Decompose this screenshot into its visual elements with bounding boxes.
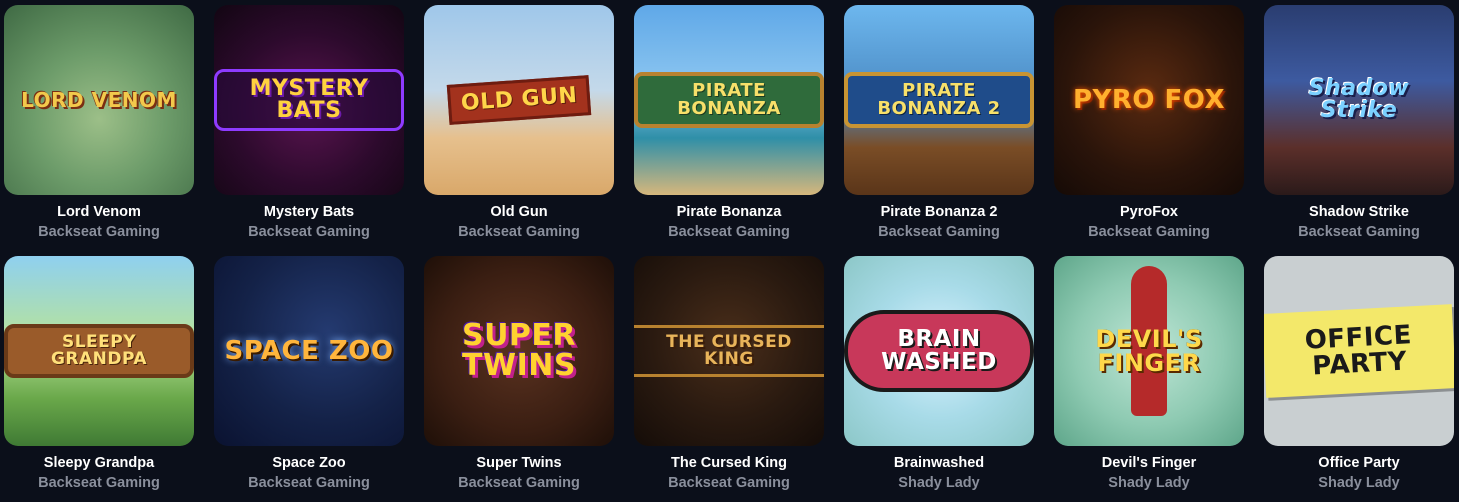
game-thumbnail[interactable]: PIRATE BONANZA xyxy=(634,5,824,195)
game-logo: LORD VENOM xyxy=(21,88,177,112)
game-thumbnail[interactable]: PYRO FOX xyxy=(1054,5,1244,195)
game-thumbnail[interactable]: SLEEPY GRANDPA xyxy=(4,256,194,446)
game-thumbnail[interactable]: DEVIL'S FINGER xyxy=(1054,256,1244,446)
game-title[interactable]: Mystery Bats xyxy=(214,204,404,221)
game-provider: Shady Lady xyxy=(1108,475,1190,491)
game-thumbnail[interactable]: MYSTERY BATS xyxy=(214,5,404,195)
game-thumbnail[interactable]: SUPER TWINS xyxy=(424,256,614,446)
game-logo: OLD GUN xyxy=(446,75,592,125)
game-provider: Backseat Gaming xyxy=(458,224,580,240)
game-title[interactable]: Space Zoo xyxy=(214,455,404,472)
game-provider: Backseat Gaming xyxy=(458,475,580,491)
game-logo: PYRO FOX xyxy=(1072,85,1226,115)
game-thumbnail[interactable]: PIRATE BONANZA 2 xyxy=(844,5,1034,195)
game-title[interactable]: Office Party xyxy=(1264,455,1454,472)
game-title[interactable]: Shadow Strike xyxy=(1264,204,1454,221)
game-card-the-cursed-king[interactable]: THE CURSED KING The Cursed King Backseat… xyxy=(634,256,824,492)
game-title[interactable]: Devil's Finger xyxy=(1054,455,1244,472)
game-card-space-zoo[interactable]: SPACE ZOO Space Zoo Backseat Gaming xyxy=(214,256,404,492)
game-grid: LORD VENOM Lord Venom Backseat Gaming MY… xyxy=(4,5,1454,492)
game-title[interactable]: Lord Venom xyxy=(4,204,194,221)
game-provider: Backseat Gaming xyxy=(668,224,790,240)
game-title[interactable]: Pirate Bonanza xyxy=(634,204,824,221)
game-card-sleepy-grandpa[interactable]: SLEEPY GRANDPA Sleepy Grandpa Backseat G… xyxy=(4,256,194,492)
game-logo: PIRATE BONANZA xyxy=(634,72,824,128)
game-provider: Backseat Gaming xyxy=(1088,224,1210,240)
game-thumbnail[interactable]: LORD VENOM xyxy=(4,5,194,195)
game-provider: Backseat Gaming xyxy=(38,475,160,491)
game-card-devils-finger[interactable]: DEVIL'S FINGER Devil's Finger Shady Lady xyxy=(1054,256,1244,492)
game-title[interactable]: The Cursed King xyxy=(634,455,824,472)
game-logo: Shadow Strike xyxy=(1308,76,1410,123)
game-thumbnail[interactable]: OFFICE PARTY xyxy=(1264,256,1454,446)
game-thumbnail[interactable]: BRAIN WASHED xyxy=(844,256,1034,446)
game-card-pirate-bonanza-2[interactable]: PIRATE BONANZA 2 Pirate Bonanza 2 Backse… xyxy=(844,5,1034,241)
game-provider: Backseat Gaming xyxy=(668,475,790,491)
game-logo: BRAIN WASHED xyxy=(844,310,1034,392)
game-logo: MYSTERY BATS xyxy=(214,69,404,131)
game-logo: OFFICE PARTY xyxy=(1264,304,1454,398)
game-card-office-party[interactable]: OFFICE PARTY Office Party Shady Lady xyxy=(1264,256,1454,492)
game-card-super-twins[interactable]: SUPER TWINS Super Twins Backseat Gaming xyxy=(424,256,614,492)
game-thumbnail[interactable]: THE CURSED KING xyxy=(634,256,824,446)
game-provider: Backseat Gaming xyxy=(38,224,160,240)
game-provider: Backseat Gaming xyxy=(878,224,1000,240)
game-title[interactable]: Old Gun xyxy=(424,204,614,221)
game-title[interactable]: Pirate Bonanza 2 xyxy=(844,204,1034,221)
game-logo: SUPER TWINS xyxy=(461,318,577,383)
game-card-lord-venom[interactable]: LORD VENOM Lord Venom Backseat Gaming xyxy=(4,5,194,241)
game-logo: THE CURSED KING xyxy=(634,325,824,377)
game-provider: Shady Lady xyxy=(898,475,980,491)
game-card-pyrofox[interactable]: PYRO FOX PyroFox Backseat Gaming xyxy=(1054,5,1244,241)
game-logo: SLEEPY GRANDPA xyxy=(4,324,194,378)
game-title[interactable]: Sleepy Grandpa xyxy=(4,455,194,472)
game-provider: Shady Lady xyxy=(1318,475,1400,491)
game-thumbnail[interactable]: OLD GUN xyxy=(424,5,614,195)
game-card-shadow-strike[interactable]: Shadow Strike Shadow Strike Backseat Gam… xyxy=(1264,5,1454,241)
game-provider: Backseat Gaming xyxy=(248,475,370,491)
game-title[interactable]: Super Twins xyxy=(424,455,614,472)
game-logo: PIRATE BONANZA 2 xyxy=(844,72,1034,128)
game-card-pirate-bonanza[interactable]: PIRATE BONANZA Pirate Bonanza Backseat G… xyxy=(634,5,824,241)
game-title[interactable]: PyroFox xyxy=(1054,204,1244,221)
game-thumbnail[interactable]: SPACE ZOO xyxy=(214,256,404,446)
game-provider: Backseat Gaming xyxy=(248,224,370,240)
game-title[interactable]: Brainwashed xyxy=(844,455,1034,472)
game-card-mystery-bats[interactable]: MYSTERY BATS Mystery Bats Backseat Gamin… xyxy=(214,5,404,241)
game-thumbnail[interactable]: Shadow Strike xyxy=(1264,5,1454,195)
game-card-brainwashed[interactable]: BRAIN WASHED Brainwashed Shady Lady xyxy=(844,256,1034,492)
game-provider: Backseat Gaming xyxy=(1298,224,1420,240)
game-logo: DEVIL'S FINGER xyxy=(1095,325,1203,377)
game-card-old-gun[interactable]: OLD GUN Old Gun Backseat Gaming xyxy=(424,5,614,241)
game-logo: SPACE ZOO xyxy=(224,336,394,366)
